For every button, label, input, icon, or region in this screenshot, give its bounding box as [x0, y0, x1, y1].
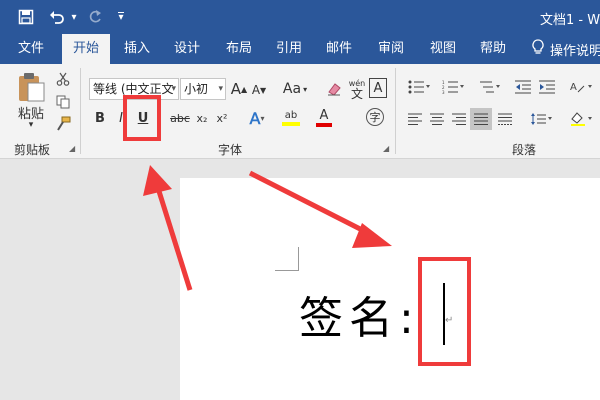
tab-layout[interactable]: 布局: [218, 34, 260, 64]
clipboard-group-label: 剪贴板: [14, 143, 51, 157]
tab-help[interactable]: 帮助: [472, 34, 514, 64]
strikethrough-button[interactable]: abc: [168, 108, 192, 128]
save-icon[interactable]: [14, 6, 38, 28]
font-launcher-icon[interactable]: ◢: [383, 144, 389, 153]
tell-me-search[interactable]: 操作说明: [532, 34, 600, 64]
lightbulb-icon: [532, 39, 544, 59]
clipboard-launcher-icon[interactable]: ◢: [69, 144, 75, 153]
shading-icon[interactable]: [566, 108, 596, 130]
font-color-bar: [316, 123, 332, 127]
change-case-dropdown-icon: ▾: [303, 84, 308, 94]
eraser-icon[interactable]: [325, 78, 343, 100]
undo-dropdown-icon[interactable]: ▾: [68, 6, 80, 28]
paste-dropdown-icon[interactable]: ▾: [24, 119, 38, 131]
grow-font-button[interactable]: A ▲: [230, 78, 248, 100]
text-effects-dropdown-icon: ▾: [260, 113, 265, 123]
tab-references[interactable]: 引用: [268, 34, 310, 64]
format-painter-icon[interactable]: [54, 115, 72, 133]
document-title: 文档1 - W: [540, 13, 600, 28]
svg-text:3: 3: [442, 90, 445, 94]
numbering-icon[interactable]: 123: [438, 76, 468, 98]
ribbon: 粘贴 ▾ 剪贴板 ◢ 等线 (中文正文 ▾ 小初 ▾ A ▲ A ▼ Aa ▾ wén…: [0, 64, 600, 159]
tab-home[interactable]: 开始: [62, 34, 110, 64]
superscript-label: x²: [216, 111, 228, 125]
align-center-icon[interactable]: [426, 108, 448, 130]
separator: [395, 68, 396, 154]
undo-icon[interactable]: [46, 6, 68, 28]
distributed-icon[interactable]: [494, 108, 516, 130]
tab-file[interactable]: 文件: [8, 34, 54, 64]
phonetic-bottom: 文: [350, 87, 363, 101]
line-spacing-icon[interactable]: [526, 108, 556, 130]
text-effects-button[interactable]: A ▾: [244, 108, 270, 128]
ribbon-tabs: 文件 开始 插入 设计 布局 引用 邮件 审阅 视图 帮助 操作说明: [0, 34, 600, 64]
bold-label: B: [95, 110, 105, 126]
highlight-button[interactable]: ab: [276, 106, 306, 130]
shrink-font-button[interactable]: A ▼: [251, 80, 267, 100]
font-size-dropdown-icon[interactable]: ▾: [218, 79, 223, 99]
tell-me-label: 操作说明: [550, 43, 600, 59]
separator: [80, 68, 81, 154]
shrink-font-label: A: [251, 83, 261, 97]
underline-highlight-box: [123, 95, 161, 141]
svg-text:A: A: [570, 82, 577, 93]
customize-arrow: ▾: [118, 11, 124, 23]
grow-font-label: A: [230, 80, 242, 98]
tab-mailings[interactable]: 邮件: [318, 34, 360, 64]
bold-button[interactable]: B: [92, 108, 108, 128]
highlight-color-bar: [282, 122, 300, 126]
redo-icon[interactable]: [84, 6, 106, 28]
decrease-indent-icon[interactable]: [512, 76, 534, 98]
superscript-button[interactable]: x²: [213, 108, 231, 128]
signature-text[interactable]: 签名:: [299, 282, 420, 346]
justify-icon[interactable]: [470, 108, 492, 130]
tab-design[interactable]: 设计: [166, 34, 208, 64]
change-case-label: Aa: [282, 81, 302, 97]
align-left-icon[interactable]: [404, 108, 426, 130]
subscript-button[interactable]: x₂: [193, 108, 211, 128]
font-group-label: 字体: [218, 143, 243, 157]
paste-label[interactable]: 粘贴: [12, 104, 50, 122]
text-direction-icon[interactable]: A: [566, 76, 596, 98]
cut-icon[interactable]: [54, 70, 72, 88]
increase-indent-icon[interactable]: [536, 76, 558, 98]
font-name-dropdown-icon[interactable]: ▾: [171, 79, 176, 99]
cursor-highlight-box: [418, 257, 471, 366]
strikethrough-label: abc: [170, 111, 190, 125]
enclose-characters-label: 字: [369, 111, 381, 124]
tab-view[interactable]: 视图: [422, 34, 464, 64]
phonetic-guide-button[interactable]: wén 文: [347, 76, 367, 102]
copy-icon[interactable]: [54, 93, 72, 111]
font-color-button[interactable]: A: [310, 106, 338, 130]
tab-insert[interactable]: 插入: [116, 34, 158, 64]
bullets-icon[interactable]: [404, 76, 434, 98]
font-size-box[interactable]: 小初 ▾: [180, 78, 226, 100]
font-color-label: A: [319, 108, 329, 123]
highlight-label: ab: [284, 110, 298, 121]
tab-review[interactable]: 审阅: [370, 34, 412, 64]
paragraph-group-label: 段落: [512, 143, 537, 157]
enclose-characters-button[interactable]: 字: [366, 108, 384, 126]
font-name-value: 等线 (中文正文: [93, 82, 174, 96]
title-bar: ▾ ▾ 文档1 - W: [0, 0, 600, 34]
paste-icon[interactable]: [14, 70, 48, 104]
font-size-value: 小初: [184, 82, 209, 96]
subscript-label: x₂: [196, 111, 208, 125]
multilevel-list-icon[interactable]: [474, 76, 504, 98]
text-effects-label: A: [249, 108, 261, 128]
align-right-icon[interactable]: [448, 108, 470, 130]
customize-toolbar-icon[interactable]: ▾: [114, 6, 128, 28]
character-border-button[interactable]: A: [369, 78, 387, 98]
change-case-button[interactable]: Aa ▾: [280, 78, 310, 100]
character-border-label: A: [373, 80, 383, 96]
margin-corner-marker: [275, 247, 299, 271]
